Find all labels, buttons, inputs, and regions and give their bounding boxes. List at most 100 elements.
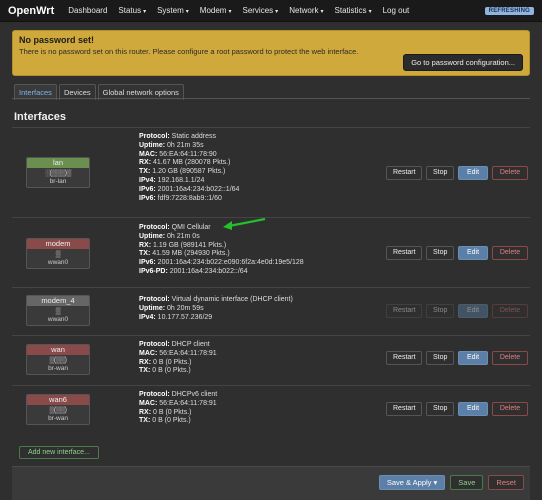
nav-modem[interactable]: Modem ▾ <box>200 6 232 15</box>
no-password-alert: No password set! There is no password se… <box>12 30 530 76</box>
status-line: Uptime: 0h 20m 59s <box>139 304 204 312</box>
delete-button[interactable]: Delete <box>492 351 528 365</box>
restart-button[interactable]: Restart <box>386 402 422 416</box>
interface-badge: wan ▒(▒▒) br-wan <box>26 344 90 375</box>
caret-down-icon: ▾ <box>275 9 279 15</box>
interface-name: wan6 <box>27 395 89 405</box>
row-actions: Restart Stop Edit Delete <box>382 246 528 260</box>
status-line: RX: 0 B (0 Pkts.) <box>139 358 192 366</box>
device-name: br-lan <box>49 178 67 185</box>
status-line: RX: 1.19 GB (989141 Pkts.) <box>139 241 227 249</box>
caret-down-icon: ▾ <box>185 9 189 15</box>
nav-dashboard[interactable]: Dashboard <box>68 6 107 15</box>
edit-button[interactable]: Edit <box>458 402 488 416</box>
stop-button[interactable]: Stop <box>426 402 454 416</box>
delete-button[interactable]: Delete <box>492 402 528 416</box>
nav-services[interactable]: Services ▾ <box>242 6 278 15</box>
status-line: TX: 0 B (0 Pkts.) <box>139 367 191 375</box>
status-line: IPv6: 2001:16a4:234:b022:e090:6f2a:4e0d:… <box>139 259 304 267</box>
stop-button[interactable]: Stop <box>426 166 454 180</box>
status-line: Protocol: QMI Cellular <box>139 224 211 231</box>
status-line: Uptime: 0h 21m 0s <box>139 232 200 240</box>
row-actions: Restart Stop Edit Delete <box>382 166 528 180</box>
tabs-divider <box>12 98 530 99</box>
caret-down-icon: ▾ <box>228 9 232 15</box>
edit-button[interactable]: Edit <box>458 304 488 318</box>
status-line: IPv4: 10.177.57.236/29 <box>139 313 213 321</box>
nav-system[interactable]: System ▾ <box>157 6 189 15</box>
status-line: IPv6-PD: 2001:16a4:234:b022::/64 <box>139 267 248 275</box>
stop-button[interactable]: Stop <box>426 304 454 318</box>
edit-button[interactable]: Edit <box>458 166 488 180</box>
status-line: MAC: 56:EA:64:11:78:91 <box>139 349 217 357</box>
row-actions: Restart Stop Edit Delete <box>382 304 528 318</box>
interface-badge: lan ░(▒▒▒)▒ br-lan <box>26 157 90 188</box>
status-line: Protocol: DHCPv6 client <box>139 391 218 398</box>
nav-statistics[interactable]: Statistics ▾ <box>335 6 372 15</box>
status-line: Protocol: DHCP client <box>139 341 210 348</box>
interface-row-lan: lan ░(▒▒▒)▒ br-lan Protocol: Static addr… <box>12 127 530 217</box>
interface-badge: modem_4 ▒ wwan0 <box>26 295 90 326</box>
restart-button[interactable]: Restart <box>386 304 422 318</box>
status-line: RX: 41.67 MB (280078 Pkts.) <box>139 159 231 167</box>
section-title: Interfaces <box>14 111 66 123</box>
status-line: TX: 41.59 MB (294930 Pkts.) <box>139 250 230 258</box>
save-apply-button[interactable]: Save & Apply ▾ <box>378 475 446 490</box>
stop-button[interactable]: Stop <box>426 246 454 260</box>
status-line: Uptime: 0h 21m 35s <box>139 141 204 149</box>
row-actions: Restart Stop Edit Delete <box>382 351 528 365</box>
delete-button[interactable]: Delete <box>492 166 528 180</box>
restart-button[interactable]: Restart <box>386 351 422 365</box>
device-name: br-wan <box>48 415 68 422</box>
nav-network[interactable]: Network ▾ <box>289 6 323 15</box>
interface-name: lan <box>27 158 89 168</box>
status-line: MAC: 56:EA:64:11:78:91 <box>139 399 217 407</box>
reset-button[interactable]: Reset <box>488 475 524 490</box>
caret-down-icon: ▾ <box>143 9 147 15</box>
device-name: wwan0 <box>47 316 69 323</box>
caret-down-icon: ▾ <box>320 9 324 15</box>
status-line: IPv6: fdf9:7228:8ab9::1/60 <box>139 194 222 202</box>
interface-name: wan <box>27 345 89 355</box>
nav-log-out[interactable]: Log out <box>383 6 410 15</box>
row-actions: Restart Stop Edit Delete <box>382 402 528 416</box>
stop-button[interactable]: Stop <box>426 351 454 365</box>
interface-status: Protocol: Static address Uptime: 0h 21m 3… <box>139 133 239 203</box>
chevron-down-icon[interactable]: ▾ <box>434 478 438 487</box>
device-icons: ▒(▒▒) <box>49 357 67 364</box>
add-interface-button[interactable]: Add new interface... <box>19 446 99 459</box>
edit-button[interactable]: Edit <box>458 351 488 365</box>
device-icons: ▒(▒▒) <box>49 407 67 414</box>
status-line: Protocol: Virtual dynamic interface (DHC… <box>139 296 293 303</box>
delete-button[interactable]: Delete <box>492 246 528 260</box>
nav-status[interactable]: Status ▾ <box>118 6 146 15</box>
interface-name: modem_4 <box>27 296 89 306</box>
restart-button[interactable]: Restart <box>386 246 422 260</box>
password-config-button[interactable]: Go to password configuration... <box>403 54 523 71</box>
top-navbar: OpenWrt Dashboard Status ▾ System ▾ Modem ▾ Ser… <box>0 0 542 22</box>
interface-name: modem <box>27 239 89 249</box>
status-line: TX: 0 B (0 Pkts.) <box>139 417 191 425</box>
device-name: wwan0 <box>47 259 69 266</box>
interface-status: Protocol: DHCPv6 client MAC: 56:EA:64:11:… <box>139 391 217 426</box>
save-button[interactable]: Save <box>450 475 484 490</box>
interface-status: Protocol: DHCP client MAC: 56:EA:64:11:78… <box>139 341 217 376</box>
interface-row-modem-4: modem_4 ▒ wwan0 Protocol: Virtual dynami… <box>12 287 530 335</box>
restart-button[interactable]: Restart <box>386 166 422 180</box>
device-icons: ░(▒▒▒)▒ <box>45 170 71 177</box>
interface-status: Protocol: QMI Cellular Uptime: 0h 21m 0s R… <box>139 224 304 277</box>
annotation-arrow-icon <box>223 217 266 230</box>
device-name: br-wan <box>48 365 68 372</box>
interface-row-modem: modem ▒ wwan0 Protocol: QMI Cellular Upti… <box>12 217 530 287</box>
brand-logo[interactable]: OpenWrt <box>8 5 54 17</box>
caret-down-icon: ▾ <box>368 9 372 15</box>
refreshing-badge[interactable]: REFRESHING <box>484 6 534 15</box>
status-line: IPv4: 192.168.1.1/24 <box>139 176 205 184</box>
footer-bar: Save & Apply ▾ Save Reset <box>12 466 530 500</box>
interface-badge: wan6 ▒(▒▒) br-wan <box>26 394 90 425</box>
alert-title: No password set! <box>19 35 95 45</box>
status-line: Protocol: Static address <box>139 133 217 140</box>
edit-button[interactable]: Edit <box>458 246 488 260</box>
delete-button[interactable]: Delete <box>492 304 528 318</box>
status-line: TX: 1.20 GB (890587 Pkts.) <box>139 168 226 176</box>
